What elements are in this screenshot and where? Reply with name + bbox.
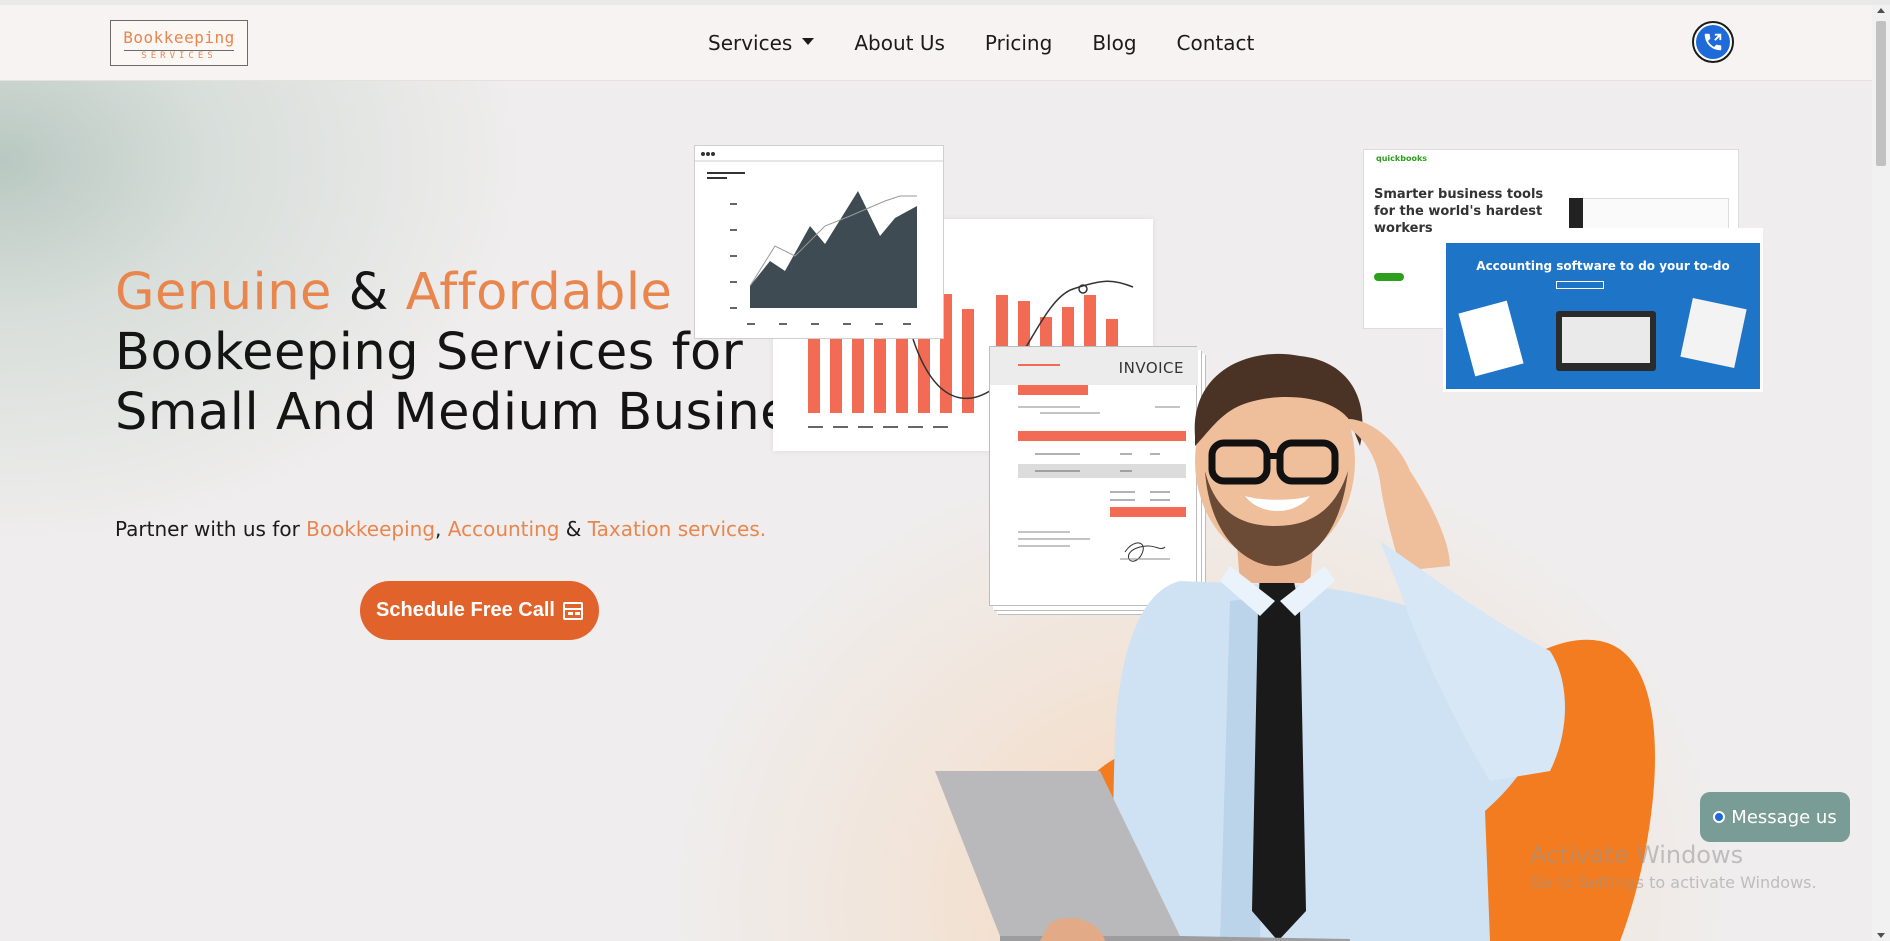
qb-banner-text: Accounting software to do your to-do (1476, 259, 1730, 273)
site-logo[interactable]: Bookkeeping SERVICES (110, 20, 248, 66)
message-us-label: Message us (1731, 806, 1837, 828)
nav-label-services: Services (708, 31, 793, 55)
site-header: Bookkeeping SERVICES Services About Us P… (0, 5, 1872, 81)
scroll-down-arrow-icon[interactable] (1877, 933, 1885, 938)
nav-item-services[interactable]: Services (708, 31, 815, 55)
chevron-down-icon (802, 37, 815, 45)
hero-heading-line-1: Genuine & Affordable (115, 263, 672, 323)
main-nav: Services About Us Pricing Blog Contact (708, 5, 1294, 81)
sub-keyword-accounting: Accounting (447, 517, 560, 541)
sub-comma: , (435, 517, 448, 541)
hero-section: Genuine & Affordable Bookeeping Services… (0, 81, 1872, 941)
watermark-subtitle: Go to Settings to activate Windows. (1530, 873, 1817, 892)
nav-item-blog[interactable]: Blog (1092, 31, 1136, 55)
quickbooks-logo: quickbooks (1376, 154, 1428, 163)
logo-title: Bookkeeping (123, 28, 235, 47)
windows-activation-watermark: Activate Windows Go to Settings to activ… (1530, 841, 1817, 892)
page-scrollbar[interactable] (1872, 5, 1890, 941)
message-us-button[interactable]: Message us (1700, 792, 1850, 842)
calendar-icon (562, 601, 583, 620)
schedule-free-call-button[interactable]: Schedule Free Call (360, 581, 599, 640)
nav-item-about[interactable]: About Us (854, 31, 945, 55)
scrollbar-thumb[interactable] (1876, 21, 1886, 166)
sub-amp: & (559, 517, 588, 541)
chat-icon (1713, 811, 1726, 823)
logo-subtitle: SERVICES (124, 50, 234, 62)
nav-item-contact[interactable]: Contact (1177, 31, 1255, 55)
phone-call-button[interactable] (1692, 21, 1734, 63)
nav-label-pricing: Pricing (984, 31, 1053, 55)
nav-item-pricing[interactable]: Pricing (985, 31, 1052, 55)
nav-label-blog: Blog (1092, 31, 1137, 55)
qb-headline-1: Smarter business tools (1374, 187, 1544, 202)
nav-label-about: About Us (854, 31, 945, 55)
cta-label: Schedule Free Call (376, 599, 555, 621)
hero-heading-line-2: Bookeeping Services for (115, 323, 744, 382)
hero-amp: & (331, 263, 406, 322)
sub-prefix: Partner with us for (115, 517, 307, 541)
hero-accent-genuine: Genuine (115, 263, 332, 322)
hero-accent-affordable: Affordable (405, 263, 673, 322)
sub-keyword-bookkeeping: Bookkeeping (306, 517, 436, 541)
nav-label-contact: Contact (1176, 31, 1255, 55)
scroll-up-arrow-icon[interactable] (1877, 8, 1885, 13)
qb-headline-2: for the world's hardest (1374, 204, 1543, 219)
area-chart-illustration (694, 145, 944, 339)
phone-icon (1696, 25, 1730, 59)
sub-keyword-taxation: Taxation services. (587, 517, 767, 541)
watermark-title: Activate Windows (1530, 841, 1744, 869)
hero-subtitle: Partner with us for Bookkeeping, Account… (115, 517, 766, 541)
